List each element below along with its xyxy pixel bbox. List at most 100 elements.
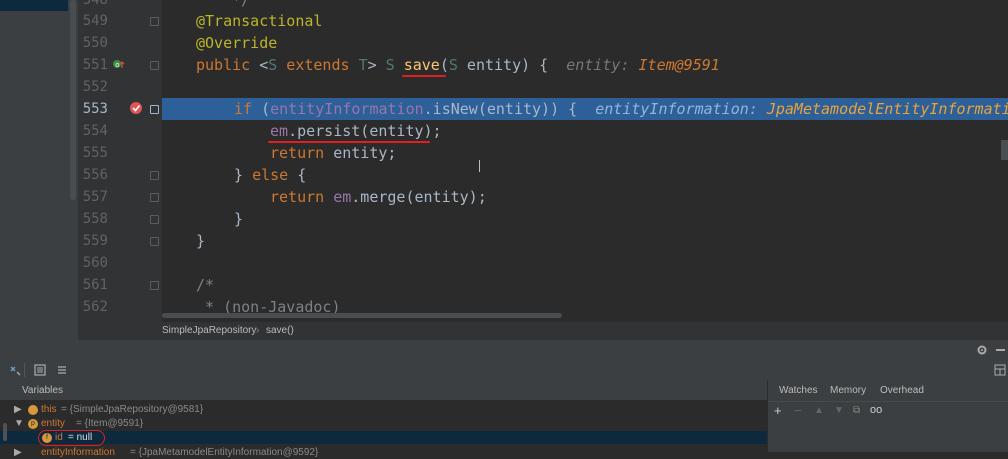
- type-param: S: [385, 56, 395, 74]
- code-line-558: }: [234, 210, 244, 228]
- keyword: return: [270, 188, 325, 206]
- line-number: 556: [82, 167, 108, 183]
- field-ref: entityInformation: [270, 100, 424, 118]
- collapse-arrow-icon[interactable]: ▼: [14, 417, 24, 430]
- editor-scroll-marker[interactable]: [1001, 140, 1008, 160]
- type-param: T: [358, 56, 368, 74]
- move-up-icon[interactable]: ▲: [814, 405, 824, 416]
- method-name: save: [403, 56, 440, 74]
- variable-value: = {JpaMetamodelEntityInformation@9592}: [130, 447, 319, 458]
- code-line-550: @Override: [196, 34, 278, 52]
- minimize-icon[interactable]: [996, 349, 1005, 351]
- keyword: else: [252, 166, 289, 184]
- variable-row-selected[interactable]: f id = null: [0, 431, 767, 444]
- code-text: entity) {: [457, 56, 549, 74]
- code-text: entity;: [324, 144, 397, 162]
- watches-toolbar: + − ▲ ▼ ⧉ oo: [768, 401, 1008, 420]
- variable-row[interactable]: ▼ p entity = {Item@9591}: [0, 417, 767, 430]
- line-number: 559: [82, 233, 108, 249]
- move-down-icon[interactable]: ▼: [834, 405, 844, 416]
- remove-icon[interactable]: −: [794, 403, 802, 418]
- code-text: <: [250, 56, 269, 74]
- line-number: 555: [82, 145, 108, 161]
- copy-icon[interactable]: ⧉: [853, 405, 860, 416]
- variables-panel: Variables ▶ this = {SimpleJpaRepository@…: [0, 380, 767, 458]
- project-panel: [0, 0, 78, 340]
- glasses-icon[interactable]: oo: [870, 404, 882, 416]
- variable-row[interactable]: ▶ this = {SimpleJpaRepository@9581}: [0, 403, 767, 416]
- code-text: (: [439, 56, 449, 74]
- editor-gutter: 548 549 550 551 552 553 554 555 556 557 …: [78, 0, 162, 322]
- debug-header-bar: [0, 340, 1008, 361]
- inline-hint-label: entityInformation:: [595, 100, 758, 118]
- project-scrollbar[interactable]: [70, 0, 76, 200]
- add-icon[interactable]: +: [774, 403, 782, 418]
- fold-marker-icon[interactable]: [150, 17, 159, 26]
- variable-row[interactable]: ▶ entityInformation = {JpaMetamodelEntit…: [0, 446, 767, 459]
- variable-name: this: [41, 404, 57, 415]
- fold-marker-icon[interactable]: [150, 193, 159, 202]
- code-text: (: [252, 100, 271, 118]
- fold-marker-icon[interactable]: [150, 281, 159, 290]
- tab-watches[interactable]: Watches: [779, 385, 818, 396]
- keyword: extends: [277, 56, 359, 74]
- expand-arrow-icon[interactable]: ▶: [14, 446, 22, 459]
- field-ref: em: [270, 122, 289, 140]
- variables-header: Variables: [0, 380, 767, 400]
- code-line-557: return em.merge(entity);: [270, 186, 487, 208]
- breadcrumb-class[interactable]: SimpleJpaRepository: [162, 325, 257, 336]
- inline-hint-label: entity:: [566, 56, 630, 74]
- code-line-556: } else {: [234, 164, 306, 186]
- mouse-cursor: [479, 160, 480, 172]
- breadcrumb: SimpleJpaRepository › save(): [78, 322, 1008, 340]
- code-text: .merge(entity);: [351, 188, 487, 206]
- gear-icon[interactable]: [976, 344, 988, 356]
- threads-icon[interactable]: [56, 364, 68, 376]
- project-selected-row[interactable]: [0, 0, 68, 11]
- breadcrumb-method[interactable]: save(): [266, 325, 294, 336]
- variables-scrollbar[interactable]: [3, 423, 7, 441]
- keyword: public: [196, 56, 251, 74]
- show-execution-point-icon[interactable]: [9, 364, 21, 376]
- annotation-underline: [402, 75, 446, 77]
- line-number: 558: [82, 211, 108, 227]
- expand-arrow-icon[interactable]: ▶: [14, 403, 22, 416]
- fold-marker-icon[interactable]: [150, 105, 159, 114]
- code-line-559: }: [196, 232, 206, 250]
- line-number: 551: [82, 57, 108, 73]
- layout-icon[interactable]: [994, 364, 1006, 376]
- fold-marker-icon[interactable]: [150, 215, 159, 224]
- breakpoint-icon[interactable]: [129, 101, 143, 115]
- variable-value: = {SimpleJpaRepository@9581}: [61, 404, 204, 415]
- line-number: 549: [82, 13, 108, 29]
- fold-marker-icon[interactable]: [150, 237, 159, 246]
- line-number: 552: [82, 79, 108, 95]
- keyword: return: [270, 144, 325, 162]
- type-param: S: [448, 56, 458, 74]
- field-ref: em: [333, 188, 352, 206]
- toolbar-divider: [24, 363, 25, 377]
- tab-overhead[interactable]: Overhead: [880, 385, 924, 396]
- svg-text:o: o: [115, 61, 119, 69]
- fold-marker-icon[interactable]: [150, 61, 159, 70]
- code-text: {: [288, 166, 307, 184]
- editor-horizontal-scrollbar[interactable]: [162, 313, 562, 318]
- line-number: 550: [82, 35, 108, 51]
- variable-value: = {Item@9591}: [76, 418, 144, 429]
- field-icon: [28, 405, 38, 415]
- fold-marker-icon[interactable]: [150, 171, 159, 180]
- override-icon[interactable]: o: [112, 59, 126, 71]
- annotation-circle: [38, 430, 105, 446]
- code-line-549: @Transactional: [196, 12, 323, 30]
- frames-icon[interactable]: [34, 364, 46, 376]
- code-line-555: return entity;: [270, 142, 396, 164]
- code-text: >: [367, 56, 386, 74]
- keyword: if: [234, 100, 253, 118]
- tab-memory[interactable]: Memory: [830, 385, 866, 396]
- code-editor[interactable]: */ @Transactional @Override public <S ex…: [162, 0, 1008, 322]
- line-number-current: 553: [82, 101, 108, 117]
- variable-name: entity: [41, 418, 65, 429]
